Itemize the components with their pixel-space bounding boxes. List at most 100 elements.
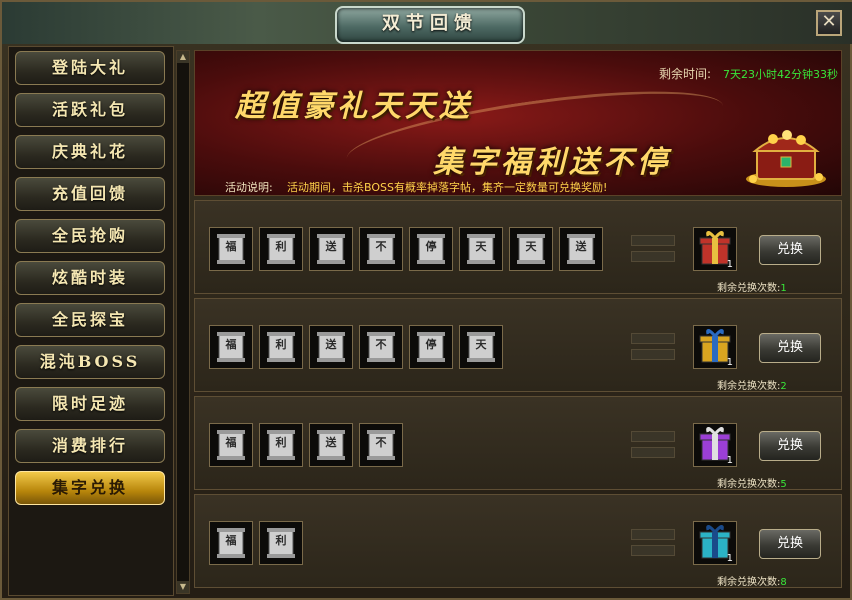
timer-label: 剩余时间: (659, 67, 712, 81)
reward-count: 1 (726, 357, 733, 368)
banner-slogan-2: 集字福利送不停 (433, 145, 671, 180)
char-label: 不 (375, 240, 387, 253)
char-label: 天 (525, 240, 537, 253)
sidebar-item-flash-sale[interactable]: 全民抢购 (15, 219, 165, 253)
char-scroll-slot[interactable]: 送 (559, 227, 603, 271)
equals-icon (631, 333, 675, 365)
char-label: 送 (325, 240, 337, 253)
exchange-row: 福 利 送 不 1 兑换 剩余兑换次数:5 (194, 396, 842, 490)
sidebar-item-ranking[interactable]: 消费排行 (15, 429, 165, 463)
remaining-label: 剩余兑换次数: (717, 283, 781, 294)
char-label: 福 (225, 240, 237, 253)
char-label: 利 (275, 534, 287, 547)
char-label: 停 (425, 338, 437, 351)
exchange-row: 福 利 送 不 停 天 天 送 1 兑换 剩余兑换次数:1 (194, 200, 842, 294)
char-scroll-slot[interactable]: 利 (259, 423, 303, 467)
char-scroll-slot[interactable]: 福 (209, 325, 253, 369)
sidebar-item-recharge[interactable]: 充值回馈 (15, 177, 165, 211)
reward-count: 1 (726, 259, 733, 270)
char-scroll-slot[interactable]: 不 (359, 423, 403, 467)
char-label: 天 (475, 240, 487, 253)
char-scroll-slot[interactable]: 福 (209, 227, 253, 271)
remaining-value: 8 (780, 577, 787, 588)
exchange-button[interactable]: 兑换 (759, 431, 821, 461)
reward-count: 1 (726, 455, 733, 466)
remaining-label: 剩余兑换次数: (717, 479, 781, 490)
reward-gift-slot[interactable]: 1 (693, 227, 737, 271)
description-label: 活动说明: (225, 181, 273, 194)
char-scroll-slot[interactable]: 利 (259, 227, 303, 271)
sidebar-item-active-pack[interactable]: 活跃礼包 (15, 93, 165, 127)
char-label: 利 (275, 436, 287, 449)
description-text: 活动期间，击杀BOSS有概率掉落字帖，集齐一定数量可兑换奖励! (287, 181, 608, 194)
char-scroll-slot[interactable]: 利 (259, 521, 303, 565)
char-scroll-slot[interactable]: 天 (509, 227, 553, 271)
treasure-chest-icon (746, 130, 826, 187)
window-title: 双节回馈 (382, 13, 478, 34)
char-label: 送 (325, 436, 337, 449)
char-label: 送 (575, 240, 587, 253)
close-button[interactable]: ✕ (816, 10, 842, 36)
remaining-exchanges: 剩余兑换次数:1 (717, 279, 787, 294)
char-label: 利 (275, 240, 287, 253)
sidebar-item-char-exchange[interactable]: 集字兑换 (15, 471, 165, 505)
char-scroll-slot[interactable]: 不 (359, 227, 403, 271)
equals-icon (631, 529, 675, 561)
sidebar-item-login-gift[interactable]: 登陆大礼 (15, 51, 165, 85)
char-scroll-slot[interactable]: 天 (459, 227, 503, 271)
sidebar-item-chaos-boss[interactable]: 混沌BOSS (15, 345, 165, 379)
char-label: 福 (225, 338, 237, 351)
scroll-down-arrow-icon[interactable]: ▼ (177, 581, 189, 593)
reward-count: 1 (726, 553, 733, 564)
exchange-button[interactable]: 兑换 (759, 333, 821, 363)
remaining-value: 5 (780, 479, 787, 490)
sidebar-item-fireworks[interactable]: 庆典礼花 (15, 135, 165, 169)
remaining-exchanges: 剩余兑换次数:5 (717, 475, 787, 490)
exchange-row: 福 利 送 不 停 天 1 兑换 剩余兑换次数:2 (194, 298, 842, 392)
scroll-up-arrow-icon[interactable]: ▲ (177, 51, 189, 63)
char-scroll-slot[interactable]: 天 (459, 325, 503, 369)
char-scroll-slot[interactable]: 送 (309, 227, 353, 271)
char-label: 不 (375, 436, 387, 449)
char-scroll-slot[interactable]: 送 (309, 325, 353, 369)
timer-value: 7天23小时42分钟33秒 (723, 68, 838, 81)
remaining-value: 1 (780, 283, 787, 294)
sidebar: 登陆大礼 活跃礼包 庆典礼花 充值回馈 全民抢购 炫酷时装 全民探宝 混沌BOS… (8, 46, 174, 596)
remaining-exchanges: 剩余兑换次数:8 (717, 573, 787, 588)
event-banner: 剩余时间: 7天23小时42分钟33秒 超值豪礼天天送 集字福利送不停 活动说明… (194, 50, 842, 196)
remaining-exchanges: 剩余兑换次数:2 (717, 377, 787, 392)
reward-gift-slot[interactable]: 1 (693, 423, 737, 467)
char-label: 福 (225, 436, 237, 449)
reward-gift-slot[interactable]: 1 (693, 325, 737, 369)
char-scroll-slot[interactable]: 停 (409, 227, 453, 271)
remaining-label: 剩余兑换次数: (717, 577, 781, 588)
char-scroll-slot[interactable]: 不 (359, 325, 403, 369)
char-label: 利 (275, 338, 287, 351)
char-scroll-slot[interactable]: 福 (209, 521, 253, 565)
char-scroll-slot[interactable]: 停 (409, 325, 453, 369)
char-label: 福 (225, 534, 237, 547)
char-scroll-slot[interactable]: 利 (259, 325, 303, 369)
exchange-row: 福 利 1 兑换 剩余兑换次数:8 (194, 494, 842, 588)
sidebar-item-fashion[interactable]: 炫酷时装 (15, 261, 165, 295)
exchange-button[interactable]: 兑换 (759, 235, 821, 265)
sidebar-item-footprint[interactable]: 限时足迹 (15, 387, 165, 421)
remaining-value: 2 (780, 381, 787, 392)
close-icon: ✕ (821, 11, 837, 32)
banner-slogan-1: 超值豪礼天天送 (235, 89, 473, 124)
char-scroll-slot[interactable]: 送 (309, 423, 353, 467)
exchange-window: 双节回馈 ✕ 登陆大礼 活跃礼包 庆典礼花 充值回馈 全民抢购 炫酷时装 全民探… (0, 0, 852, 600)
window-title-plaque: 双节回馈 (335, 6, 525, 44)
char-scroll-slot[interactable]: 福 (209, 423, 253, 467)
sidebar-item-treasure[interactable]: 全民探宝 (15, 303, 165, 337)
equals-icon (631, 431, 675, 463)
exchange-button[interactable]: 兑换 (759, 529, 821, 559)
char-label: 停 (425, 240, 437, 253)
remaining-label: 剩余兑换次数: (717, 381, 781, 392)
reward-gift-slot[interactable]: 1 (693, 521, 737, 565)
equals-icon (631, 235, 675, 267)
char-label: 送 (325, 338, 337, 351)
scrollbar[interactable]: ▲ ▼ (176, 50, 190, 594)
char-label: 不 (375, 338, 387, 351)
char-label: 天 (475, 338, 487, 351)
